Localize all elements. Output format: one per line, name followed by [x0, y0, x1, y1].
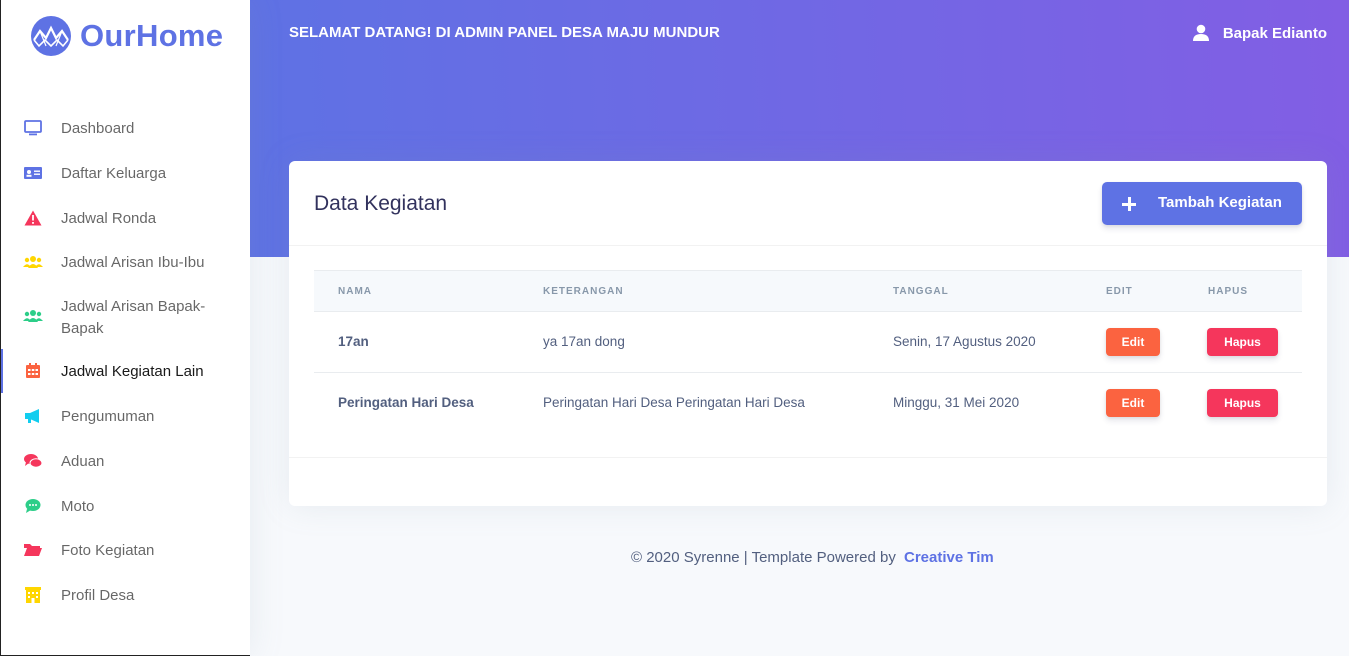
cell-tanggal: Minggu, 31 Mei 2020 [893, 395, 1020, 410]
welcome-title: SELAMAT DATANG! DI ADMIN PANEL DESA MAJU… [289, 24, 720, 41]
footer-text: © 2020 Syrenne | Template Powered by [631, 549, 900, 566]
calendar-icon [23, 361, 43, 381]
brand-logo-icon [31, 16, 71, 56]
column-header-tanggal: TANGGAL [893, 286, 949, 297]
creative-tim-link[interactable]: Creative Tim [904, 549, 994, 566]
card-header: Data Kegiatan Tambah Kegiatan [289, 161, 1327, 246]
cell-nama: 17an [338, 334, 369, 349]
sidebar-item-label: Daftar Keluarga [61, 165, 167, 182]
cell-tanggal: Senin, 17 Agustus 2020 [893, 334, 1036, 349]
brand-name: OurHome [80, 18, 224, 53]
brand[interactable]: OurHome [31, 16, 223, 56]
sidebar-item-label: Aduan [61, 453, 105, 470]
monitor-icon [23, 118, 43, 138]
sidebar-item-label: Dashboard [61, 120, 135, 137]
table-row: 17an ya 17an dong Senin, 17 Agustus 2020… [314, 312, 1302, 373]
sidebar-item-label: Jadwal Ronda [61, 210, 157, 227]
sidebar-item-label: Moto [61, 498, 95, 515]
megaphone-icon [23, 406, 43, 426]
add-kegiatan-label: Tambah Kegiatan [1158, 194, 1282, 211]
sidebar-item-label: Foto Kegiatan [61, 542, 155, 559]
cell-keterangan: ya 17an dong [543, 334, 625, 349]
table-row: Peringatan Hari Desa Peringatan Hari Des… [314, 373, 1302, 434]
add-kegiatan-button[interactable]: Tambah Kegiatan [1102, 182, 1302, 225]
cell-nama: Peringatan Hari Desa [338, 395, 474, 410]
speech-bubble-icon [23, 496, 43, 516]
user-icon [1192, 24, 1209, 42]
user-menu[interactable]: Bapak Edianto [1192, 24, 1327, 42]
column-header-keterangan: KETERANGAN [543, 286, 624, 297]
sidebar-item-label: Jadwal Kegiatan Lain [61, 363, 204, 380]
sidebar: OurHome Dashboard Daftar Keluarga Jadwal… [0, 0, 250, 656]
hapus-button[interactable]: Hapus [1207, 389, 1278, 417]
chat-icon [23, 451, 43, 471]
edit-button[interactable]: Edit [1106, 328, 1160, 356]
sidebar-item-label: Profil Desa [61, 587, 135, 604]
building-icon [23, 585, 43, 605]
hapus-button[interactable]: Hapus [1207, 328, 1278, 356]
cell-keterangan: Peringatan Hari Desa Peringatan Hari Des… [543, 395, 805, 410]
sidebar-item-label: Pengumuman [61, 408, 155, 425]
edit-button[interactable]: Edit [1106, 389, 1160, 417]
folder-icon [23, 540, 43, 560]
users-icon [23, 252, 43, 272]
table-header: NAMA KETERANGAN TANGGAL EDIT HAPUS [314, 270, 1302, 312]
page-footer: © 2020 Syrenne | Template Powered by Cre… [631, 549, 994, 566]
id-card-icon [23, 163, 43, 183]
data-kegiatan-card: Data Kegiatan Tambah Kegiatan NAMA KETER… [289, 161, 1327, 506]
card-footer-divider [289, 457, 1327, 458]
user-name: Bapak Edianto [1222, 24, 1327, 42]
plus-icon [1122, 197, 1136, 211]
column-header-edit: EDIT [1106, 286, 1133, 297]
card-title: Data Kegiatan [314, 192, 448, 215]
kegiatan-table: NAMA KETERANGAN TANGGAL EDIT HAPUS 17an … [314, 270, 1302, 434]
column-header-hapus: HAPUS [1208, 286, 1249, 297]
sidebar-item-label: Jadwal Arisan Ibu-Ibu [61, 254, 205, 271]
users-icon [23, 306, 43, 326]
column-header-nama: NAMA [338, 286, 372, 297]
sidebar-item-label: Jadwal Arisan Bapak-Bapak [61, 298, 206, 337]
warning-icon [23, 208, 43, 228]
